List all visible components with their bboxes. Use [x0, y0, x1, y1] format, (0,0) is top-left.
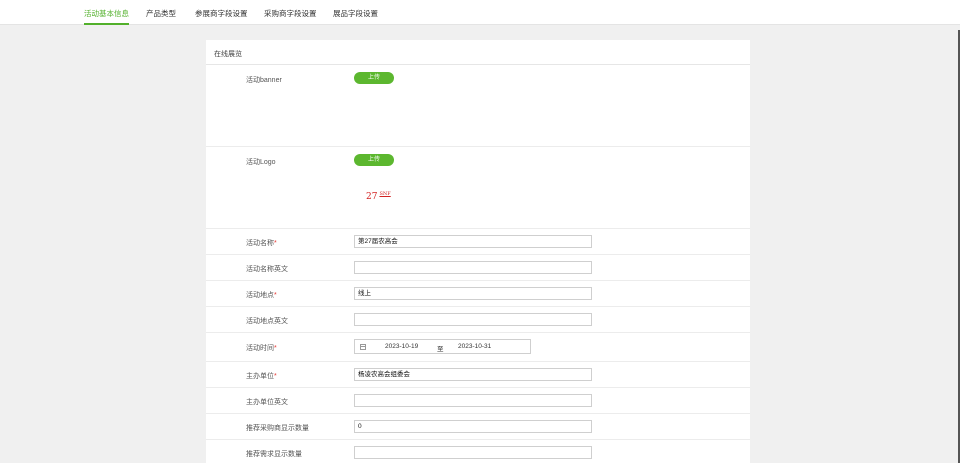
logo-preview-number: 27	[366, 192, 378, 202]
form-panel: 在线展览 活动banner 上传 活动Logo 上传 27 SNF 活动名称* 第…	[206, 40, 750, 463]
panel-header: 在线展览	[206, 40, 750, 65]
required-mark: *	[274, 292, 277, 299]
activity-name-input[interactable]: 第27届农高会	[354, 235, 592, 248]
field-row-host-en: 主办单位英文	[206, 388, 750, 414]
banner-row: 活动banner 上传	[206, 65, 750, 147]
buyer-count-input[interactable]: 0	[354, 420, 592, 433]
calendar-icon	[360, 344, 366, 350]
field-row-demand-count: 推荐需求显示数量	[206, 440, 750, 463]
host-en-label: 主办单位英文	[246, 399, 288, 406]
host-label: 主办单位*	[246, 373, 277, 380]
location-label: 活动地点*	[246, 292, 277, 299]
date-separator: 至	[437, 346, 444, 353]
required-mark: *	[274, 345, 277, 352]
banner-label: 活动banner	[246, 77, 282, 84]
field-row-host: 主办单位* 杨凌农高会组委会	[206, 362, 750, 388]
field-row-time: 活动时间* 2023-10-19 至 2023-10-31	[206, 333, 750, 362]
time-label: 活动时间*	[246, 345, 277, 352]
logo-upload-button[interactable]: 上传	[354, 154, 394, 166]
panel-title: 在线展览	[214, 51, 242, 58]
top-tab-bar: 活动基本信息 产品类型 参展商字段设置 采购商字段设置 展品字段设置	[0, 0, 960, 25]
start-date[interactable]: 2023-10-19	[385, 343, 418, 350]
banner-upload-button[interactable]: 上传	[354, 72, 394, 84]
field-row-name: 活动名称* 第27届农高会	[206, 229, 750, 255]
activity-date-range-picker[interactable]: 2023-10-19 至 2023-10-31	[354, 339, 531, 354]
logo-row: 活动Logo 上传 27 SNF	[206, 147, 750, 229]
tab-basic-info[interactable]: 活动基本信息	[84, 8, 129, 25]
field-row-name-en: 活动名称英文	[206, 255, 750, 281]
demand-count-label: 推荐需求显示数量	[246, 451, 302, 458]
tab-exhibit-fields[interactable]: 展品字段设置	[333, 8, 378, 25]
demand-count-input[interactable]	[354, 446, 592, 459]
end-date[interactable]: 2023-10-31	[458, 343, 491, 350]
logo-preview-image: 27 SNF	[366, 191, 391, 202]
tab-exhibitor-fields[interactable]: 参展商字段设置	[195, 8, 248, 25]
field-row-location-en: 活动地点英文	[206, 307, 750, 333]
name-label: 活动名称*	[246, 240, 277, 247]
activity-name-en-input[interactable]	[354, 261, 592, 274]
activity-location-en-input[interactable]	[354, 313, 592, 326]
required-mark: *	[274, 240, 277, 247]
host-input[interactable]: 杨凌农高会组委会	[354, 368, 592, 381]
host-en-input[interactable]	[354, 394, 592, 407]
logo-label: 活动Logo	[246, 159, 276, 166]
required-mark: *	[274, 373, 277, 380]
tab-product-type[interactable]: 产品类型	[146, 8, 176, 25]
logo-preview-mark: SNF	[379, 191, 391, 197]
location-en-label: 活动地点英文	[246, 318, 288, 325]
buyer-count-label: 推荐采购商显示数量	[246, 425, 309, 432]
tab-buyer-fields[interactable]: 采购商字段设置	[264, 8, 317, 25]
field-row-buyer-count: 推荐采购商显示数量 0	[206, 414, 750, 440]
name-en-label: 活动名称英文	[246, 266, 288, 273]
activity-location-input[interactable]: 线上	[354, 287, 592, 300]
field-row-location: 活动地点* 线上	[206, 281, 750, 307]
